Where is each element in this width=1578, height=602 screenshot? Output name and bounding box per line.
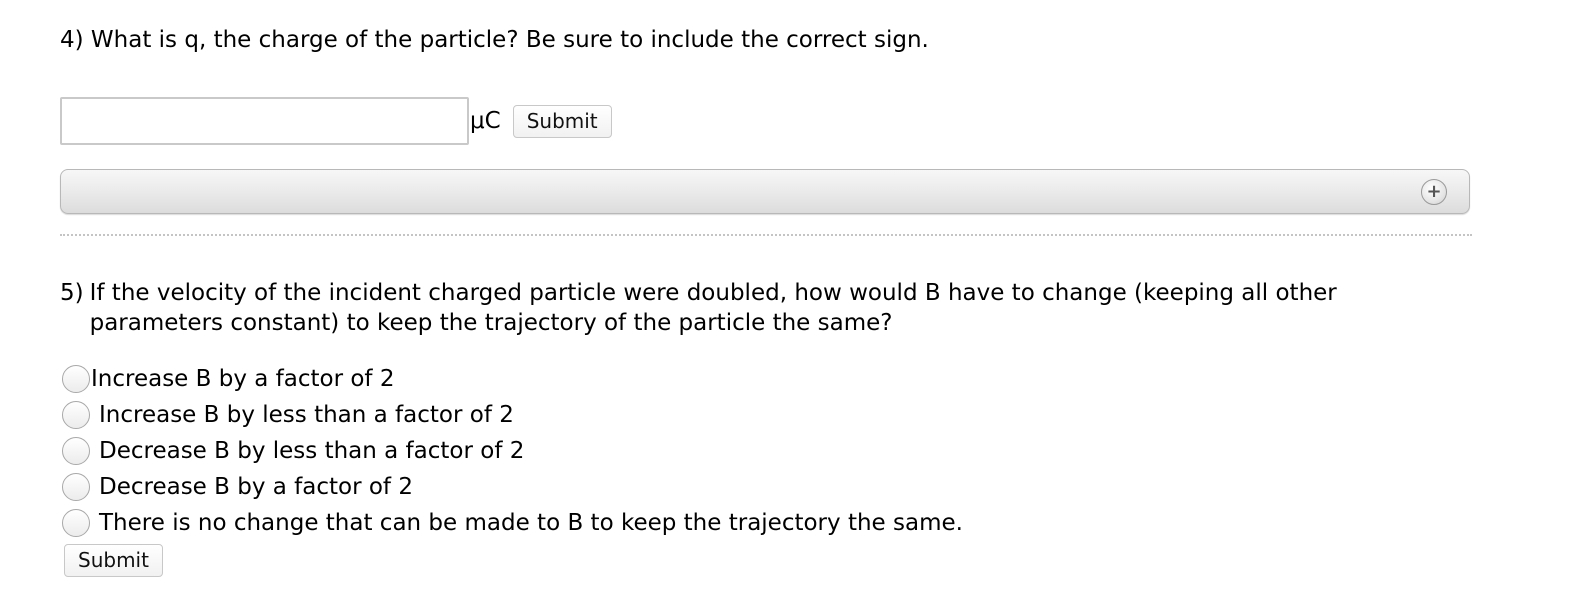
- option-increase-less-than-2[interactable]: Increase B by less than a factor of 2: [62, 397, 963, 433]
- charge-answer-input[interactable]: [60, 97, 469, 145]
- radio-button[interactable]: [62, 401, 90, 429]
- plus-circle-icon[interactable]: +: [1421, 179, 1447, 205]
- option-label: Increase B by a factor of 2: [91, 366, 395, 392]
- option-label: There is no change that can be made to B…: [99, 510, 963, 536]
- unit-label: μC: [470, 108, 501, 134]
- option-label: Increase B by less than a factor of 2: [99, 402, 514, 428]
- radio-button[interactable]: [62, 509, 90, 537]
- question-5-number: 5): [60, 280, 84, 306]
- collapsible-help-bar[interactable]: +: [60, 169, 1470, 214]
- question-5-text: If the velocity of the incident charged …: [89, 280, 1337, 336]
- option-no-change[interactable]: There is no change that can be made to B…: [62, 505, 963, 541]
- radio-button[interactable]: [62, 437, 90, 465]
- question-4-submit-button[interactable]: Submit: [512, 104, 612, 138]
- radio-button[interactable]: [62, 365, 90, 393]
- question-divider: [60, 234, 1472, 236]
- option-decrease-less-than-2[interactable]: Decrease B by less than a factor of 2: [62, 433, 963, 469]
- option-label: Decrease B by less than a factor of 2: [99, 438, 525, 464]
- option-label: Decrease B by a factor of 2: [99, 474, 413, 500]
- radio-button[interactable]: [62, 473, 90, 501]
- question-5-prompt: 5) If the velocity of the incident charg…: [60, 278, 1400, 338]
- option-increase-factor-2[interactable]: Increase B by a factor of 2: [62, 361, 963, 397]
- option-decrease-factor-2[interactable]: Decrease B by a factor of 2: [62, 469, 963, 505]
- question-5-options: Increase B by a factor of 2 Increase B b…: [62, 361, 963, 541]
- question-4-answer-row: μC Submit: [60, 97, 612, 145]
- problem-page: 4) What is q, the charge of the particle…: [0, 0, 1578, 602]
- question-5-submit-button[interactable]: Submit: [64, 544, 163, 577]
- question-4-prompt: 4) What is q, the charge of the particle…: [60, 27, 929, 53]
